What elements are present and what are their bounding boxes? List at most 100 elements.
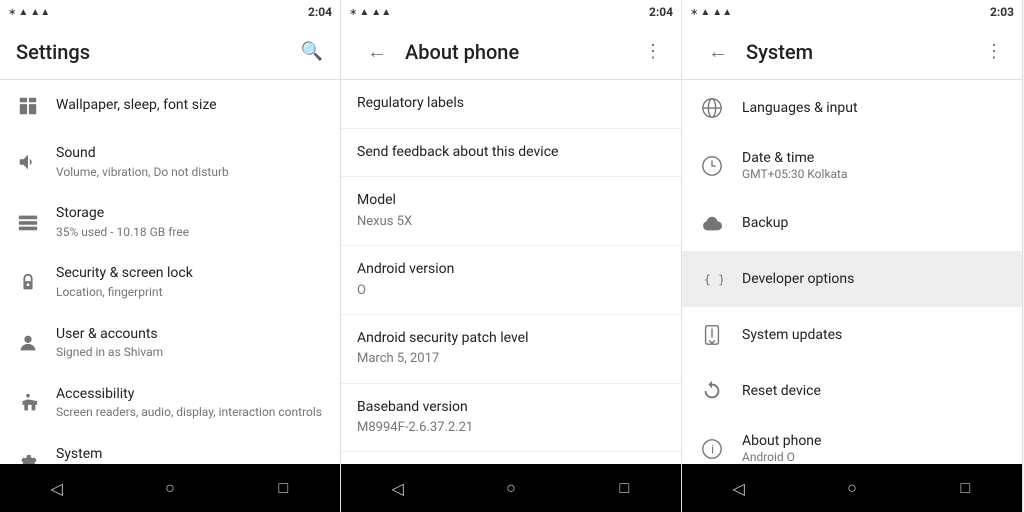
- system-about-text: About phone Android O: [742, 433, 821, 464]
- settings-storage-text: Storage 35% used - 10.18 GB free: [56, 204, 324, 240]
- about-back-button[interactable]: ←: [365, 40, 389, 64]
- settings-item-system[interactable]: System Languages, backup, updates, about…: [0, 433, 340, 464]
- about-signal-icon: ▲▲: [371, 7, 391, 18]
- about-item-android-version[interactable]: Android version O: [341, 246, 681, 315]
- system-wifi-icon: ▲: [700, 7, 710, 18]
- about-model-title: Model: [357, 191, 665, 211]
- system-nav-recent[interactable]: □: [949, 472, 981, 504]
- system-signal-icon: ▲▲: [712, 7, 732, 18]
- about-nav-bar: ◁ ○ □: [341, 464, 681, 512]
- settings-item-security[interactable]: Security & screen lock Location, fingerp…: [0, 252, 340, 312]
- system-languages-text: Languages & input: [742, 100, 858, 116]
- settings-item-storage[interactable]: Storage 35% used - 10.18 GB free: [0, 192, 340, 252]
- system-panel: ∗ ▲ ▲▲ 2:03 ← System ⋮ Languages & input: [682, 0, 1023, 512]
- settings-search-button[interactable]: 🔍: [300, 40, 324, 64]
- settings-users-text: User & accounts Signed in as Shivam: [56, 325, 324, 361]
- about-security-patch-title: Android security patch level: [357, 329, 665, 349]
- about-android-version-title: Android version: [357, 260, 665, 280]
- system-updates-title: System updates: [742, 327, 842, 343]
- system-header: ← System ⋮: [682, 24, 1022, 80]
- system-nav-bar: ◁ ○ □: [682, 464, 1022, 512]
- settings-list: Wallpaper, sleep, font size Sound Volume…: [0, 80, 340, 464]
- about-phone-icon: i: [698, 435, 726, 463]
- settings-item-accessibility[interactable]: Accessibility Screen readers, audio, dis…: [0, 373, 340, 433]
- settings-title: Settings: [16, 40, 292, 64]
- settings-nav-recent[interactable]: □: [267, 472, 299, 504]
- about-item-baseband[interactable]: Baseband version M8994F-2.6.37.2.21: [341, 384, 681, 453]
- wifi-icon: ▲: [18, 7, 28, 18]
- about-android-version-value: O: [357, 282, 665, 300]
- about-nav-back[interactable]: ◁: [382, 472, 414, 504]
- about-baseband-value: M8994F-2.6.37.2.21: [357, 419, 665, 437]
- settings-nav-home[interactable]: ○: [154, 472, 186, 504]
- system-developer-text: Developer options: [742, 271, 854, 287]
- clock-icon: [698, 152, 726, 180]
- system-datetime-text: Date & time GMT+05:30 Kolkata: [742, 150, 848, 181]
- settings-storage-subtitle: 35% used - 10.18 GB free: [56, 225, 324, 241]
- wallpaper-icon: [16, 94, 40, 118]
- settings-system-text: System Languages, backup, updates, about…: [56, 445, 324, 464]
- settings-header: Settings 🔍: [0, 24, 340, 80]
- system-item-updates[interactable]: System updates: [682, 307, 1022, 363]
- developer-icon: { }: [698, 265, 726, 293]
- settings-wallpaper-text: Wallpaper, sleep, font size: [56, 96, 324, 116]
- about-time: 2:04: [649, 5, 673, 19]
- settings-storage-title: Storage: [56, 204, 324, 224]
- system-about-title: About phone: [742, 433, 821, 449]
- bluetooth-icon: ∗: [8, 7, 16, 18]
- about-list: Regulatory labels Send feedback about th…: [341, 80, 681, 464]
- system-nav-back[interactable]: ◁: [723, 472, 755, 504]
- settings-accessibility-subtitle: Screen readers, audio, display, interact…: [56, 405, 324, 421]
- about-more-button[interactable]: ⋮: [641, 40, 665, 64]
- system-item-backup[interactable]: Backup: [682, 195, 1022, 251]
- settings-nav-back[interactable]: ◁: [41, 472, 73, 504]
- system-status-bar: ∗ ▲ ▲▲ 2:03: [682, 0, 1022, 24]
- system-nav-home[interactable]: ○: [836, 472, 868, 504]
- about-item-model[interactable]: Model Nexus 5X: [341, 177, 681, 246]
- settings-accessibility-title: Accessibility: [56, 385, 324, 405]
- about-item-security-patch[interactable]: Android security patch level March 5, 20…: [341, 315, 681, 384]
- settings-security-text: Security & screen lock Location, fingerp…: [56, 264, 324, 300]
- settings-sound-title: Sound: [56, 144, 324, 164]
- settings-status-left-icons: ∗ ▲ ▲▲: [8, 7, 50, 18]
- security-icon: [16, 270, 40, 294]
- system-time: 2:03: [990, 5, 1014, 19]
- system-settings-icon: [16, 451, 40, 464]
- about-baseband-title: Baseband version: [357, 398, 665, 418]
- about-nav-recent[interactable]: □: [608, 472, 640, 504]
- system-item-reset[interactable]: Reset device: [682, 363, 1022, 419]
- system-more-button[interactable]: ⋮: [982, 40, 1006, 64]
- settings-status-bar: ∗ ▲ ▲▲ 2:04: [0, 0, 340, 24]
- system-item-developer[interactable]: { } Developer options: [682, 251, 1022, 307]
- about-status-bar: ∗ ▲ ▲▲ 2:04: [341, 0, 681, 24]
- system-updates-text: System updates: [742, 327, 842, 343]
- settings-users-title: User & accounts: [56, 325, 324, 345]
- about-nav-home[interactable]: ○: [495, 472, 527, 504]
- system-backup-text: Backup: [742, 215, 788, 231]
- users-icon: [16, 331, 40, 355]
- search-icon: 🔍: [301, 41, 323, 62]
- signal-icon: ▲▲: [30, 7, 50, 18]
- about-regulatory-title: Regulatory labels: [357, 94, 665, 114]
- svg-text:{ }: { }: [704, 273, 723, 287]
- system-back-button[interactable]: ←: [706, 40, 730, 64]
- about-item-regulatory[interactable]: Regulatory labels: [341, 80, 681, 129]
- about-bluetooth-icon: ∗: [349, 7, 357, 18]
- system-reset-title: Reset device: [742, 383, 821, 399]
- system-status-left-icons: ∗ ▲ ▲▲: [690, 7, 732, 18]
- sound-icon: [16, 150, 40, 174]
- about-item-feedback[interactable]: Send feedback about this device: [341, 129, 681, 178]
- settings-security-subtitle: Location, fingerprint: [56, 285, 324, 301]
- about-model-value: Nexus 5X: [357, 213, 665, 231]
- system-datetime-title: Date & time: [742, 150, 848, 166]
- globe-icon: [698, 94, 726, 122]
- about-wifi-icon: ▲: [359, 7, 369, 18]
- settings-security-title: Security & screen lock: [56, 264, 324, 284]
- settings-item-sound[interactable]: Sound Volume, vibration, Do not disturb: [0, 132, 340, 192]
- settings-item-wallpaper[interactable]: Wallpaper, sleep, font size: [0, 80, 340, 132]
- about-item-kernel[interactable]: Kernel version 3.10.73-g948c662android-b…: [341, 452, 681, 464]
- system-item-languages[interactable]: Languages & input: [682, 80, 1022, 136]
- system-item-datetime[interactable]: Date & time GMT+05:30 Kolkata: [682, 136, 1022, 195]
- settings-item-users[interactable]: User & accounts Signed in as Shivam: [0, 313, 340, 373]
- system-item-about[interactable]: i About phone Android O: [682, 419, 1022, 464]
